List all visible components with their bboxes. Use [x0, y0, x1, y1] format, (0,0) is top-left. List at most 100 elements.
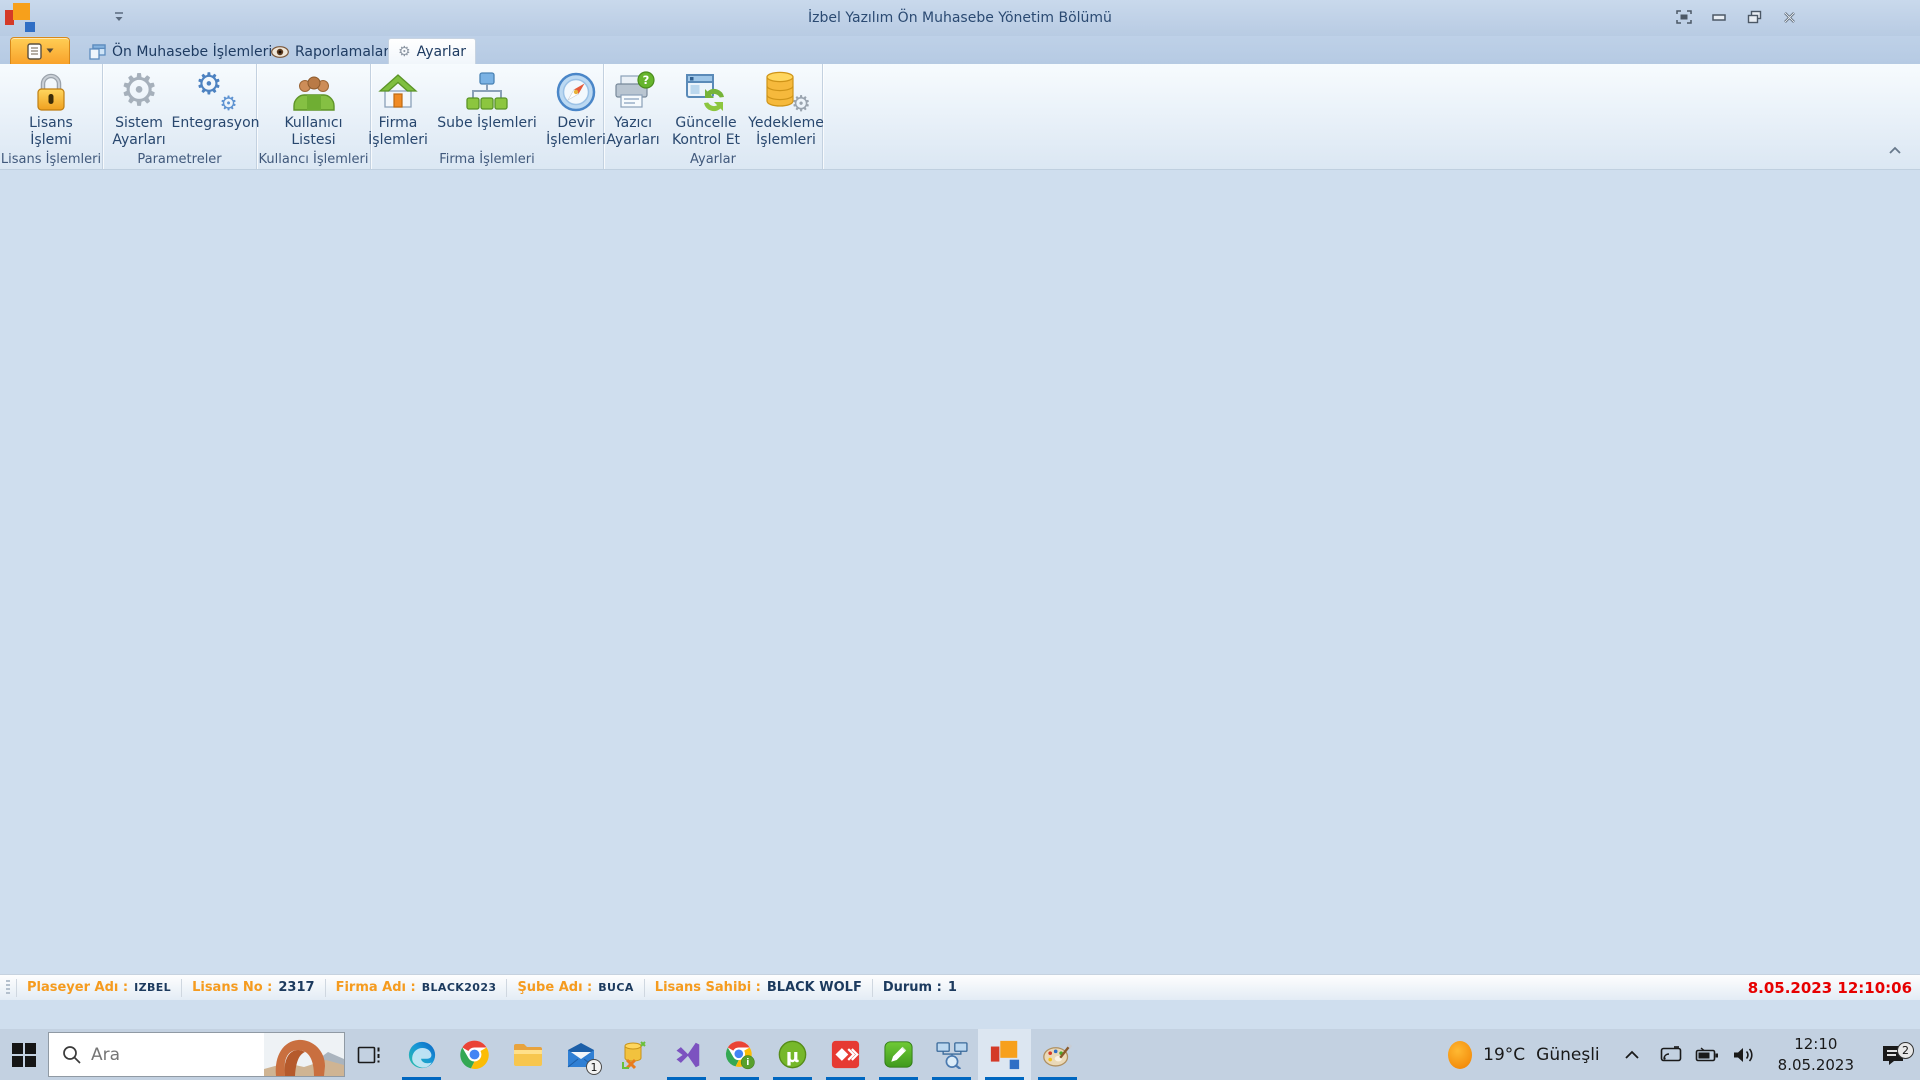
printer-question-icon: ? — [611, 69, 655, 115]
taskbar-chrome-updater-icon[interactable]: i — [713, 1029, 766, 1080]
guncelle-kontrol-et-button[interactable]: Güncelle Kontrol Et — [666, 67, 746, 149]
group-label: Parametreler — [103, 152, 256, 167]
window-refresh-icon — [684, 69, 728, 115]
tab-raporlamalar[interactable]: Raporlamalar — [262, 39, 398, 64]
gears-blue-icon: ⚙⚙ — [194, 69, 238, 115]
firma-islemleri-button[interactable]: Firma İşlemleri — [361, 67, 435, 149]
users-icon — [292, 69, 336, 115]
taskbar-paint-palette-icon[interactable] — [1031, 1029, 1084, 1080]
taskbar-search[interactable] — [48, 1032, 345, 1077]
notification-badge: 2 — [1897, 1042, 1914, 1059]
lisans-islemi-button[interactable]: Lisans İşlemi — [9, 67, 93, 149]
entegrasyon-button[interactable]: ⚙⚙ Entegrasyon — [175, 67, 256, 149]
weather-condition: Güneşli — [1536, 1045, 1599, 1065]
status-sube-adi: Şube Adı :BUCA — [506, 979, 643, 997]
chevron-down-icon — [46, 48, 54, 54]
notification-center-icon[interactable]: 2 — [1866, 1043, 1920, 1067]
status-plaseyer: Plaseyer Adı :IZBEL — [16, 979, 181, 997]
ribbon-group-ayarlar: ? Yazıcı Ayarları Güncel — [604, 64, 823, 169]
search-highlight-arch-image — [264, 1033, 344, 1076]
taskbar-file-explorer-icon[interactable] — [501, 1029, 554, 1080]
database-gear-icon: ⚙ — [764, 69, 808, 115]
restore-icon[interactable] — [1743, 7, 1765, 27]
taskbar-visual-studio-icon[interactable] — [660, 1029, 713, 1080]
sistem-ayarlari-button[interactable]: ⚙ Sistem Ayarları — [103, 67, 175, 149]
tab-label: Ayarlar — [417, 44, 466, 60]
grip-dots-icon — [6, 980, 10, 996]
eye-icon — [271, 46, 289, 58]
taskbar: 1 i — [0, 1029, 1920, 1080]
ribbon-group-lisans-islemleri: Lisans İşlemi Lisans İşlemleri — [0, 64, 103, 169]
ribbon-group-parametreler: ⚙ Sistem Ayarları ⚙⚙ Entegrasyon Paramet… — [103, 64, 257, 169]
tab-on-muhasebe-islemleri[interactable]: Ön Muhasebe İşlemleri — [80, 39, 281, 64]
ribbon-group-kullanici-islemleri: Kullanıcı Listesi Kullancı İşlemleri — [257, 64, 371, 169]
taskbar-network-scanner-icon[interactable] — [925, 1029, 978, 1080]
task-view-icon[interactable] — [345, 1029, 395, 1080]
svg-text:i: i — [746, 1058, 749, 1068]
content-area — [0, 170, 1920, 1029]
yazici-ayarlari-button[interactable]: ? Yazıcı Ayarları — [600, 67, 666, 149]
tray-chevron-up-icon[interactable] — [1614, 1050, 1650, 1060]
ribbon-collapse-chevron-icon[interactable] — [1888, 145, 1906, 159]
tray-volume-icon[interactable] — [1732, 1046, 1756, 1064]
weather-temperature: 19°C — [1483, 1045, 1525, 1065]
taskbar-right-cluster: 19°C Güneşli 12: — [1434, 1029, 1920, 1080]
org-chart-icon — [465, 69, 509, 115]
gear-icon: ⚙ — [119, 69, 158, 115]
fullscreen-icon[interactable] — [1673, 7, 1695, 27]
taskbar-edge-icon[interactable] — [395, 1029, 448, 1080]
group-label: Ayarlar — [604, 152, 822, 167]
tab-label: Ön Muhasebe İşlemleri — [112, 44, 272, 60]
start-button[interactable] — [0, 1029, 48, 1080]
title-bar: İzbel Yazılım Ön Muhasebe Yönetim Bölümü — [0, 0, 1920, 36]
minimize-icon[interactable] — [1708, 7, 1730, 27]
group-label: Kullancı İşlemleri — [257, 152, 370, 167]
taskbar-utorrent-icon[interactable]: µ — [766, 1029, 819, 1080]
tab-ayarlar[interactable]: ⚙ Ayarlar — [388, 38, 476, 64]
quick-access-toolbar-arrow[interactable] — [112, 9, 126, 25]
compass-icon — [555, 69, 597, 115]
taskbar-app-icons: 1 i — [395, 1029, 1084, 1080]
status-bar: Plaseyer Adı :IZBEL Lisans No :2317 Firm… — [0, 974, 1920, 1000]
taskbar-mail-icon[interactable]: 1 — [554, 1029, 607, 1080]
svg-text:µ: µ — [786, 1046, 799, 1067]
status-lisans-sahibi: Lisans Sahibi :BLACK WOLF — [644, 979, 872, 997]
ribbon: Lisans İşlemi Lisans İşlemleri ⚙ Sistem … — [0, 64, 1920, 170]
taskbar-chrome-icon[interactable] — [448, 1029, 501, 1080]
search-icon — [62, 1045, 81, 1064]
ribbon-tab-row: Ön Muhasebe İşlemleri Raporlamalar ⚙ Aya… — [0, 36, 1920, 64]
mail-badge: 1 — [586, 1059, 602, 1075]
system-tray — [1650, 1046, 1766, 1064]
sun-icon — [1448, 1041, 1472, 1069]
taskbar-red-diamond-app-icon[interactable] — [819, 1029, 872, 1080]
clock-date: 8.05.2023 — [1778, 1055, 1854, 1076]
document-icon — [27, 43, 42, 60]
status-datetime: 8.05.2023 12:10:06 — [1748, 979, 1920, 997]
tab-label: Raporlamalar — [295, 44, 389, 60]
status-firma-adi: Firma Adı :BLACK2023 — [325, 979, 507, 997]
ribbon-group-firma-islemleri: Firma İşlemleri Sube İşlemleri — [371, 64, 604, 169]
app-logo — [5, 3, 37, 34]
close-icon[interactable] — [1778, 7, 1800, 27]
taskbar-database-tool-icon[interactable] — [607, 1029, 660, 1080]
windows-stack-icon — [89, 44, 106, 60]
padlock-icon — [31, 69, 71, 115]
taskbar-clock[interactable]: 12:10 8.05.2023 — [1766, 1034, 1866, 1076]
windows-logo-icon — [11, 1042, 37, 1068]
taskbar-green-notes-app-icon[interactable] — [872, 1029, 925, 1080]
sube-islemleri-button[interactable]: Sube İşlemleri — [435, 67, 539, 149]
tray-display-cast-icon[interactable] — [1660, 1046, 1682, 1064]
tray-battery-icon[interactable] — [1695, 1047, 1719, 1063]
window-controls — [1673, 7, 1800, 27]
taskbar-izbel-app-icon[interactable] — [978, 1029, 1031, 1080]
status-lisans-no: Lisans No :2317 — [181, 979, 325, 997]
application-menu-button[interactable] — [10, 37, 70, 64]
gear-icon: ⚙ — [398, 45, 411, 59]
yedekleme-islemleri-button[interactable]: ⚙ Yedekleme İşlemleri — [746, 67, 826, 149]
taskbar-weather[interactable]: 19°C Güneşli — [1434, 1041, 1614, 1069]
search-input[interactable] — [91, 1045, 264, 1065]
group-label: Firma İşlemleri — [371, 152, 603, 167]
clock-time: 12:10 — [1778, 1034, 1854, 1055]
kullanici-listesi-button[interactable]: Kullanıcı Listesi — [272, 67, 356, 149]
house-icon — [377, 69, 419, 115]
